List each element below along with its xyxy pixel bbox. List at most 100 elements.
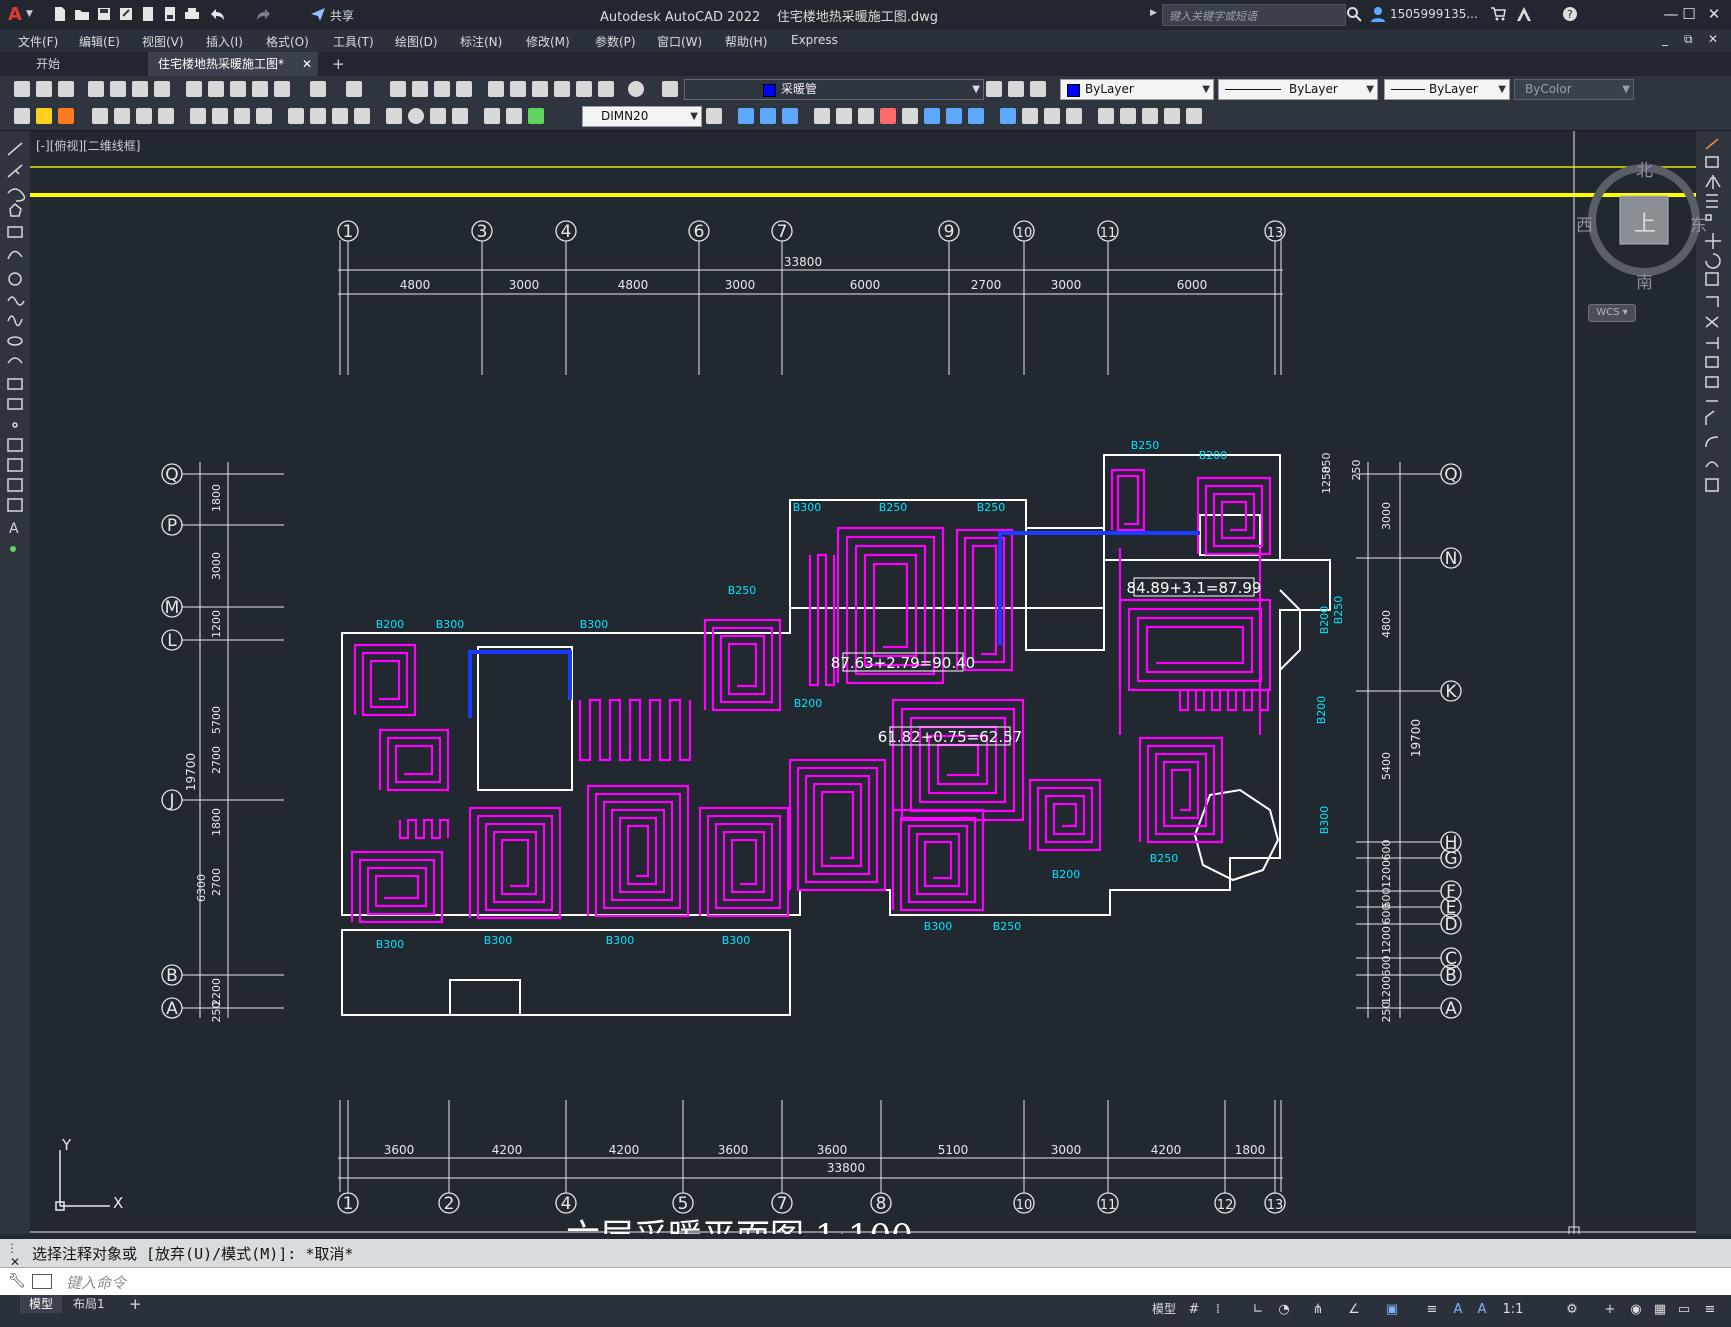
redo-icon[interactable] xyxy=(255,6,271,22)
ucs-world-icon[interactable] xyxy=(836,108,852,124)
cut-icon[interactable] xyxy=(186,81,202,97)
viewcube-north[interactable]: 北 xyxy=(1636,156,1653,181)
snap-icon[interactable]: ⁞ xyxy=(1210,1302,1226,1318)
layer-previous-icon[interactable] xyxy=(1008,81,1024,97)
user-name[interactable]: 1505999135... xyxy=(1390,7,1478,21)
lineweight-icon[interactable]: ≡ xyxy=(1424,1302,1440,1318)
polar-icon[interactable]: ◔ xyxy=(1276,1302,1292,1318)
preview-icon[interactable] xyxy=(110,81,126,97)
named-views-icon[interactable] xyxy=(1066,108,1082,124)
tolerance-icon[interactable] xyxy=(386,108,402,124)
view-left-icon[interactable] xyxy=(782,108,798,124)
qdim-icon[interactable] xyxy=(256,108,272,124)
save-web-icon[interactable] xyxy=(162,6,178,22)
markup-icon[interactable] xyxy=(576,81,592,97)
undo-icon[interactable] xyxy=(210,6,226,22)
menu-dimension[interactable]: 标注(N) xyxy=(460,33,502,50)
wcs-menu[interactable]: WCS ▾ xyxy=(1588,304,1636,322)
visual-style-2d-icon[interactable] xyxy=(1000,108,1016,124)
center-mark-icon[interactable] xyxy=(408,108,424,124)
dim-aligned-icon[interactable] xyxy=(92,108,108,124)
viewcube[interactable]: 北 南 东 西 上 xyxy=(1570,156,1720,306)
polygon-icon[interactable] xyxy=(9,202,22,217)
command-input[interactable]: 键入命令 xyxy=(66,1272,126,1293)
point-icon[interactable] xyxy=(12,422,18,428)
view-top-icon[interactable] xyxy=(738,108,754,124)
dim-jogged-icon[interactable] xyxy=(190,108,206,124)
break-point-icon[interactable] xyxy=(1705,356,1719,368)
menu-view[interactable]: 视图(V) xyxy=(142,33,184,50)
viewcube-south[interactable]: 南 xyxy=(1636,268,1653,293)
ortho-icon[interactable]: ∟ xyxy=(1250,1302,1266,1318)
zoom-realtime-icon[interactable] xyxy=(412,81,428,97)
dim-angular-icon[interactable] xyxy=(234,108,250,124)
ucs-origin-icon[interactable] xyxy=(946,108,962,124)
close-window-button[interactable]: ✕ xyxy=(1704,5,1724,23)
doc-restore-button[interactable]: ⧉ xyxy=(1684,32,1693,47)
tb-redo-icon[interactable] xyxy=(346,81,362,97)
annotation-scale[interactable]: 1:1 xyxy=(1498,1302,1528,1318)
copy-icon[interactable] xyxy=(208,81,224,97)
customize-icon[interactable]: ≡ xyxy=(1702,1302,1718,1318)
erase-icon[interactable] xyxy=(1705,138,1719,150)
construction-line-icon[interactable] xyxy=(7,164,23,178)
ucs-zaxis-icon[interactable] xyxy=(968,108,984,124)
trim-icon[interactable] xyxy=(1705,316,1719,328)
viewport-icon[interactable] xyxy=(1044,108,1060,124)
minimize-button[interactable]: — xyxy=(1661,5,1681,23)
menu-insert[interactable]: 插入(I) xyxy=(206,33,243,50)
app-menu-arrow[interactable]: ▼ xyxy=(26,9,33,19)
properties-icon[interactable] xyxy=(488,81,504,97)
save-tb-icon[interactable] xyxy=(58,81,74,97)
workspace-gear-icon[interactable]: ⚙ xyxy=(1564,1302,1580,1318)
view-bottom-icon[interactable] xyxy=(760,108,776,124)
render-icon[interactable] xyxy=(1186,108,1202,124)
hatch-icon[interactable] xyxy=(7,438,23,452)
plot-icon[interactable] xyxy=(184,6,200,22)
layer-properties-icon[interactable] xyxy=(662,81,678,97)
ellipse-arc-icon[interactable] xyxy=(7,357,23,364)
save-as-icon[interactable] xyxy=(118,6,134,22)
dim-break-icon[interactable] xyxy=(354,108,370,124)
ucs-previous-icon[interactable] xyxy=(858,108,874,124)
chamfer-icon[interactable] xyxy=(1705,410,1715,425)
menu-draw[interactable]: 绘图(D) xyxy=(395,33,438,50)
autoscale-icon[interactable]: A xyxy=(1474,1302,1490,1318)
help-icon[interactable]: ? xyxy=(1562,6,1578,22)
menu-tools[interactable]: 工具(T) xyxy=(333,33,374,50)
matchprop-icon[interactable] xyxy=(252,81,268,97)
table-icon[interactable] xyxy=(7,498,23,512)
new-file-icon[interactable] xyxy=(52,6,68,22)
circle-icon[interactable] xyxy=(8,272,22,286)
pan-icon[interactable] xyxy=(390,81,406,97)
3d-print-icon[interactable] xyxy=(154,81,170,97)
camera-icon[interactable] xyxy=(1164,108,1180,124)
share-label[interactable]: 共享 xyxy=(330,7,354,24)
extend-icon[interactable] xyxy=(1706,337,1719,349)
doc-close-button[interactable]: ✕ xyxy=(1708,32,1718,46)
plotstyle-dropdown[interactable]: ByColor ▼ xyxy=(1514,79,1634,100)
mtext-icon[interactable]: A xyxy=(9,521,19,537)
plus-icon[interactable]: + xyxy=(1602,1302,1618,1318)
designcenter-icon[interactable] xyxy=(510,81,526,97)
ucs-face-icon[interactable] xyxy=(880,108,896,124)
menu-edit[interactable]: 编辑(E) xyxy=(79,33,120,50)
fly-icon[interactable] xyxy=(1142,108,1158,124)
dimstyle-manager-icon[interactable] xyxy=(706,108,722,124)
make-block-icon[interactable] xyxy=(7,398,23,410)
linetype-dropdown[interactable]: ByLayer ▼ xyxy=(1218,79,1378,100)
menu-parametric[interactable]: 参数(P) xyxy=(595,33,636,50)
print-icon[interactable] xyxy=(88,81,104,97)
dim-update-icon[interactable] xyxy=(528,108,544,124)
tab-drawing[interactable]: 住宅楼地热采暖施工图* ✕ xyxy=(148,52,318,76)
menu-help[interactable]: 帮助(H) xyxy=(725,33,767,50)
dim-space-icon[interactable] xyxy=(332,108,348,124)
grid-icon[interactable]: # xyxy=(1186,1302,1202,1318)
add-layout-button[interactable]: + xyxy=(120,1295,151,1313)
viewcube-west[interactable]: 西 xyxy=(1576,211,1593,236)
publish-icon[interactable] xyxy=(132,81,148,97)
rectangle-icon[interactable] xyxy=(7,226,23,238)
layer-dropdown[interactable]: 采暖管 ▼ xyxy=(684,79,984,100)
region-icon[interactable] xyxy=(7,478,23,492)
open-web-icon[interactable] xyxy=(140,6,156,22)
